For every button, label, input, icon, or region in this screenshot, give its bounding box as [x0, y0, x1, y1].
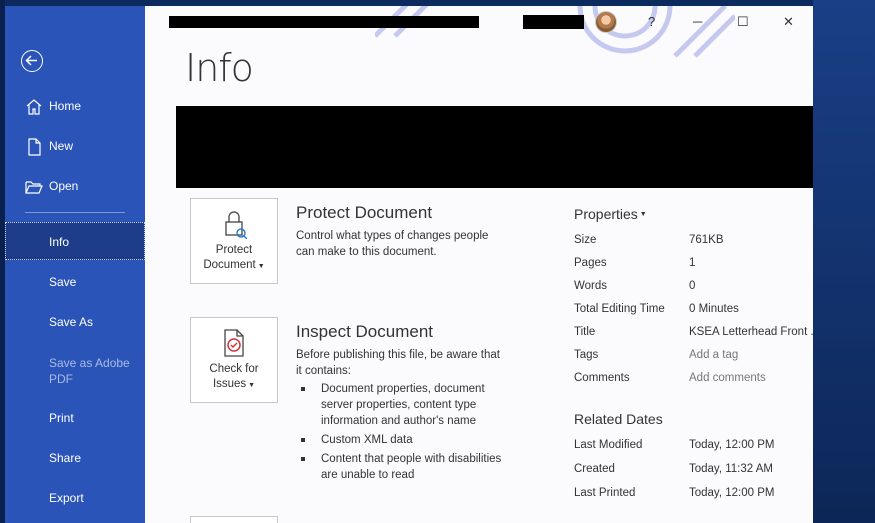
property-key: Size: [574, 234, 597, 246]
list-item: Custom XML data: [296, 432, 516, 448]
property-key: Comments: [574, 372, 630, 384]
help-button[interactable]: ?: [648, 14, 655, 29]
check-for-issues-button[interactable]: Check for Issues ▼: [190, 317, 278, 403]
back-arrow-icon[interactable]: [21, 50, 43, 72]
nav-print[interactable]: Print: [5, 400, 145, 436]
list-item: Content that people with disabilities ar…: [296, 451, 516, 483]
property-key: Total Editing Time: [574, 303, 665, 315]
nav-new-label: New: [49, 139, 74, 153]
date-key: Created: [574, 463, 615, 475]
protect-tile-line1: Protect: [215, 244, 253, 256]
nav-share[interactable]: Share: [5, 440, 145, 476]
property-key: Title: [574, 326, 596, 338]
date-key: Last Printed: [574, 487, 636, 499]
nav-home-label: Home: [49, 99, 82, 113]
nav-export[interactable]: Export: [5, 480, 145, 516]
lock-icon: [225, 211, 247, 239]
list-item: Document properties, document server pro…: [296, 381, 516, 429]
nav-info[interactable]: Info: [5, 222, 145, 260]
page-title: Info: [185, 46, 254, 90]
date-value: Today, 12:00 PM: [689, 487, 775, 499]
inspect-document-description: Before publishing this file, be aware th…: [296, 349, 500, 377]
nav-save[interactable]: Save: [5, 264, 145, 300]
nav-save-label: Save: [49, 275, 77, 289]
properties-header: Properties: [574, 206, 638, 222]
inspect-document-title: Inspect Document: [296, 322, 434, 341]
redacted-document-name: [169, 16, 479, 28]
nav-divider: [25, 212, 125, 213]
nav-export-label: Export: [49, 491, 84, 505]
date-value: Today, 12:00 PM: [689, 439, 775, 451]
nav-home[interactable]: Home: [5, 88, 145, 124]
nav-new[interactable]: New: [5, 128, 145, 164]
nav-print-label: Print: [49, 411, 74, 425]
nav-info-label: Info: [49, 235, 70, 249]
property-value: 0: [689, 280, 696, 292]
backstage-sidebar: Home New Open Info Save Save As Save as …: [5, 6, 145, 523]
inspect-tile-line1: Check for: [209, 363, 259, 375]
manage-document-button[interactable]: [190, 516, 278, 523]
chevron-down-icon: ▼: [246, 382, 256, 389]
nav-save-as[interactable]: Save As: [5, 304, 145, 340]
maximize-button[interactable]: ☐: [737, 14, 749, 30]
nav-share-label: Share: [49, 451, 82, 465]
close-button[interactable]: ✕: [783, 14, 794, 30]
desktop-background-right: [813, 0, 875, 523]
inspect-document-icon: [224, 329, 244, 357]
nav-save-as-adobe-pdf-label: Save as Adobe PDF: [49, 356, 130, 386]
redacted-file-location: [176, 106, 813, 188]
protect-document-title: Protect Document: [296, 203, 433, 222]
minimize-button[interactable]: ─: [693, 14, 702, 29]
title-field[interactable]: KSEA Letterhead Front ...: [689, 326, 813, 338]
property-key: Pages: [574, 257, 607, 269]
nav-open-label: Open: [49, 179, 79, 193]
inspect-tile-line2: Issues: [212, 378, 247, 390]
chevron-down-icon: ▼: [637, 211, 647, 218]
properties-dropdown[interactable]: Properties ▼: [574, 206, 647, 222]
date-key: Last Modified: [574, 439, 643, 451]
add-comments-field[interactable]: Add comments: [689, 372, 766, 384]
check-for-issues-label: Check for Issues ▼: [191, 362, 277, 393]
nav-save-as-adobe-pdf[interactable]: Save as Adobe PDF: [5, 352, 145, 388]
add-tag-field[interactable]: Add a tag: [689, 349, 738, 361]
protect-document-label: Protect Document ▼: [191, 243, 277, 274]
protect-document-button[interactable]: Protect Document ▼: [190, 198, 278, 284]
protect-tile-line2: Document: [203, 259, 256, 271]
user-avatar[interactable]: [595, 11, 617, 33]
property-value: 0 Minutes: [689, 303, 739, 315]
inspect-document-list: Document properties, document server pro…: [296, 381, 516, 486]
home-icon: [26, 99, 42, 115]
property-key: Tags: [574, 349, 599, 361]
folder-open-icon: [25, 181, 43, 194]
protect-document-description: Control what types of changes people can…: [296, 230, 489, 258]
related-dates-header: Related Dates: [574, 411, 663, 427]
property-value: 1: [689, 257, 696, 269]
date-value: Today, 11:32 AM: [689, 463, 773, 475]
new-document-icon: [28, 138, 41, 156]
info-panel: ? ─ ☐ ✕ Info Protect Document ▼ Protect …: [145, 6, 813, 523]
chevron-down-icon: ▼: [255, 263, 265, 270]
property-key: Words: [574, 280, 608, 292]
nav-open[interactable]: Open: [5, 168, 145, 204]
nav-save-as-label: Save As: [49, 315, 94, 329]
redacted-account-name: [523, 15, 584, 29]
property-value: 761KB: [689, 234, 724, 246]
